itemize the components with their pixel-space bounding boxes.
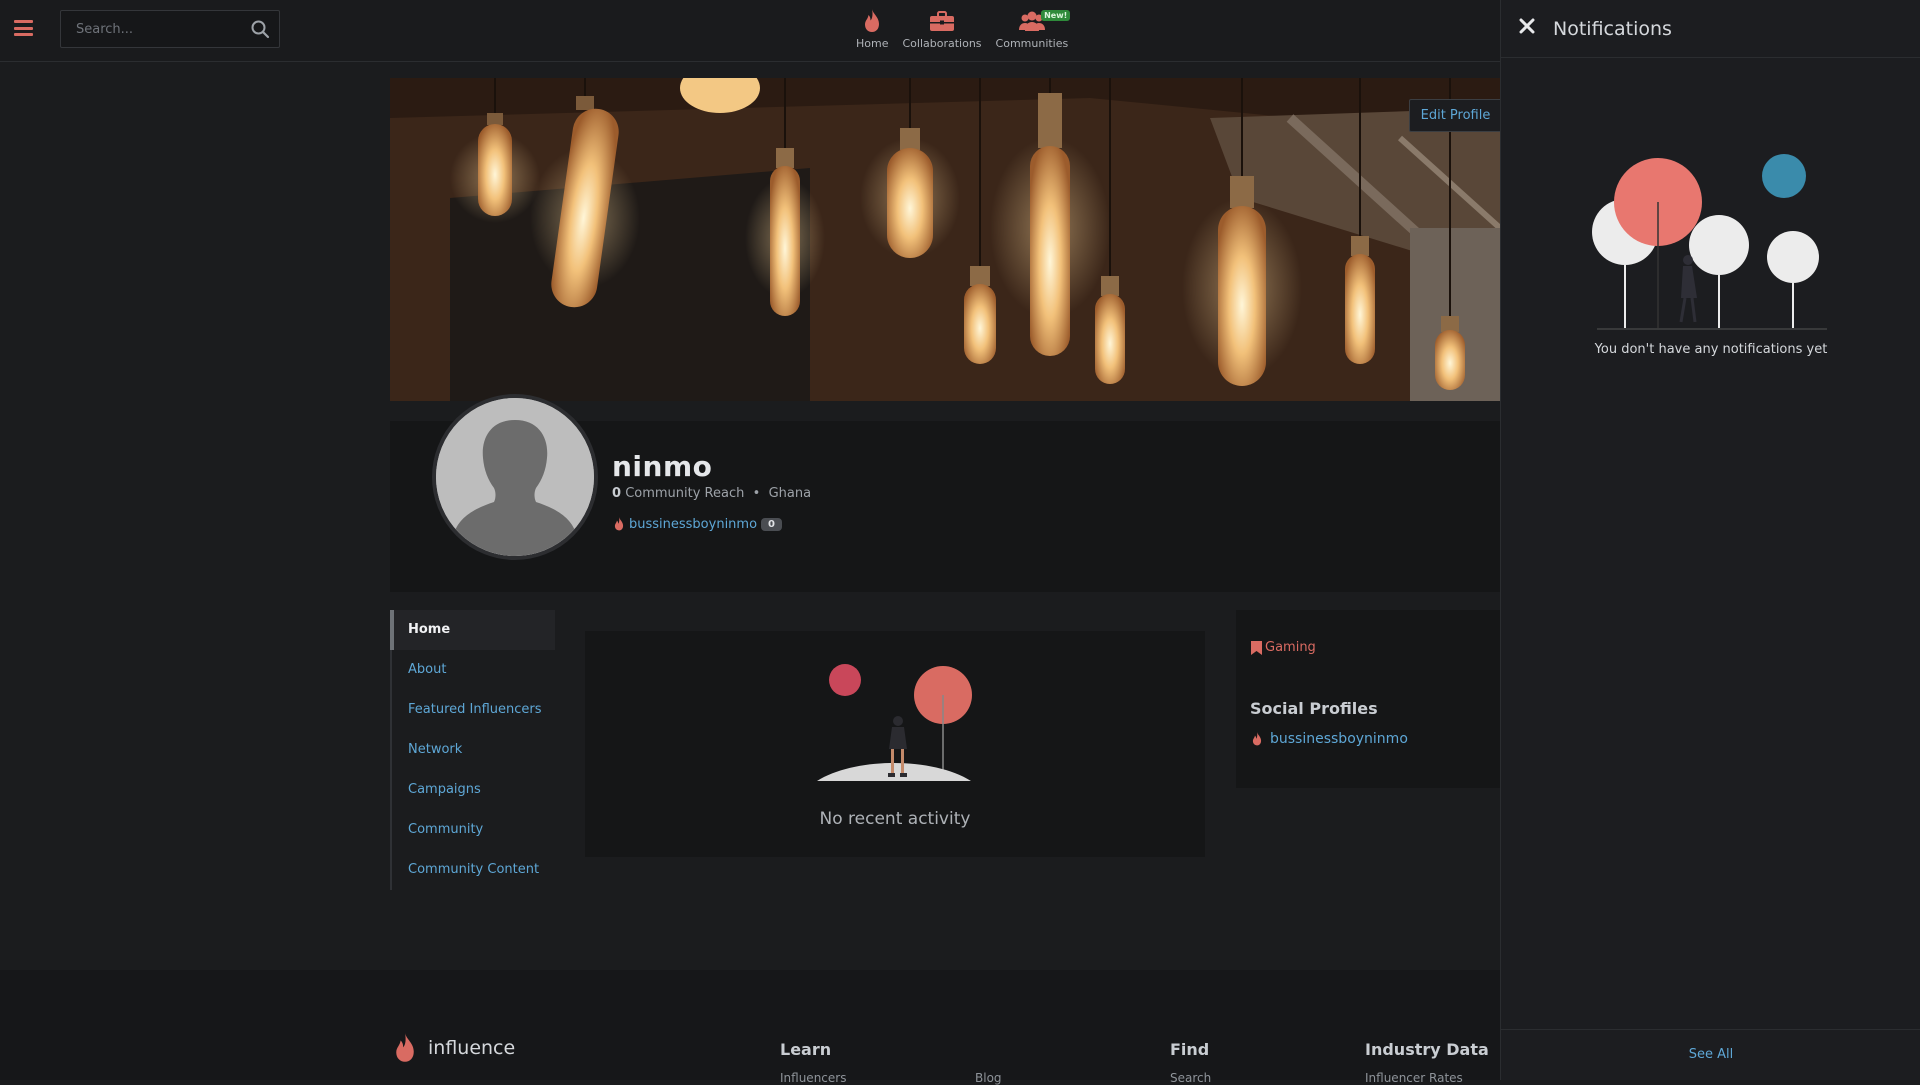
flame-icon [865,9,880,32]
menu-item-featured-influencers[interactable]: Featured Influencers [390,690,555,730]
country: Ghana [768,486,812,501]
separator: • [752,486,761,501]
close-icon[interactable] [1519,18,1535,34]
profile-sidebar: Gaming Social Profiles bussinessboyninmo [1236,610,1500,788]
nav-communities-label: Communities [995,37,1069,50]
handle-link[interactable]: bussinessboyninmo [629,517,757,532]
nav-collaborations-label: Collaborations [902,37,982,50]
edit-profile-button[interactable]: Edit Profile [1409,99,1502,132]
footer-logo[interactable]: influence [390,1030,515,1066]
category-tag-label: Gaming [1265,640,1316,655]
footer-heading-industry-data: Industry Data [1365,1040,1489,1059]
profile-name: ninmo [612,450,713,483]
menu-item-campaigns[interactable]: Campaigns [390,770,555,810]
community-reach: 0 Community Reach • Ghana [612,486,811,501]
no-notifications-text: You don't have any notifications yet [1594,342,1828,357]
nav-home-label: Home [856,37,889,50]
notifications-header: Notifications [1501,0,1920,58]
notifications-footer: See All [1501,1029,1920,1080]
reach-count: 0 [612,486,622,501]
light-bulbs-image [390,78,1500,401]
footer-heading-learn: Learn [780,1040,832,1059]
notifications-title: Notifications [1553,18,1672,40]
handle-count-badge: 0 [761,517,783,531]
profile-menu: Home About Featured Influencers Network … [390,610,555,890]
menu-item-about[interactable]: About [390,650,555,690]
notifications-panel: Notifications You don't have any notific… [1500,0,1920,1080]
flame-icon [614,517,624,531]
menu-item-community[interactable]: Community [390,810,555,850]
category-tag[interactable]: Gaming [1251,640,1316,655]
top-bar: Home Collaborations New! Communities [0,0,1500,62]
footer-heading-find: Find [1170,1040,1210,1059]
social-profiles-title: Social Profiles [1250,699,1378,718]
footer-brand: influence [428,1037,516,1059]
nav-communities[interactable]: New! Communities [995,8,1071,50]
search-box [60,10,280,48]
flame-logo-icon [396,1033,414,1062]
search-icon[interactable] [250,19,270,39]
menu-item-home[interactable]: Home [390,610,555,650]
bookmark-icon [1251,640,1262,655]
avatar-placeholder-icon [436,398,594,556]
recent-activity-card: No recent activity [585,631,1205,857]
new-badge: New! [1041,10,1071,21]
nav-home[interactable]: Home [856,8,888,50]
nav-collaborations[interactable]: Collaborations [902,8,982,50]
footer-link-influencers[interactable]: Influencers [780,1071,846,1085]
no-activity-text: No recent activity [819,809,971,829]
social-profile-item: bussinessboyninmo [1250,730,1408,748]
footer-link-blog[interactable]: Blog [975,1071,1002,1085]
footer-link-search[interactable]: Search [1170,1071,1211,1085]
briefcase-icon [930,11,954,31]
influence-handle: bussinessboyninmo 0 [612,515,783,533]
social-profile-link[interactable]: bussinessboyninmo [1270,731,1408,747]
empty-activity-illustration [817,664,972,781]
menu-item-community-content[interactable]: Community Content [390,850,555,890]
footer [0,970,1500,1080]
empty-notifications-illustration [1592,154,1827,330]
main-nav: Home Collaborations New! Communities [856,8,1082,50]
reach-label: Community Reach [625,486,745,501]
flame-icon [1252,732,1262,746]
see-all-link[interactable]: See All [1501,1047,1920,1062]
hamburger-menu-icon[interactable] [14,20,33,36]
avatar [432,394,598,560]
search-input[interactable] [61,11,241,47]
footer-link-influencer-rates[interactable]: Influencer Rates [1365,1071,1463,1085]
cover-photo [390,78,1500,401]
menu-item-network[interactable]: Network [390,730,555,770]
